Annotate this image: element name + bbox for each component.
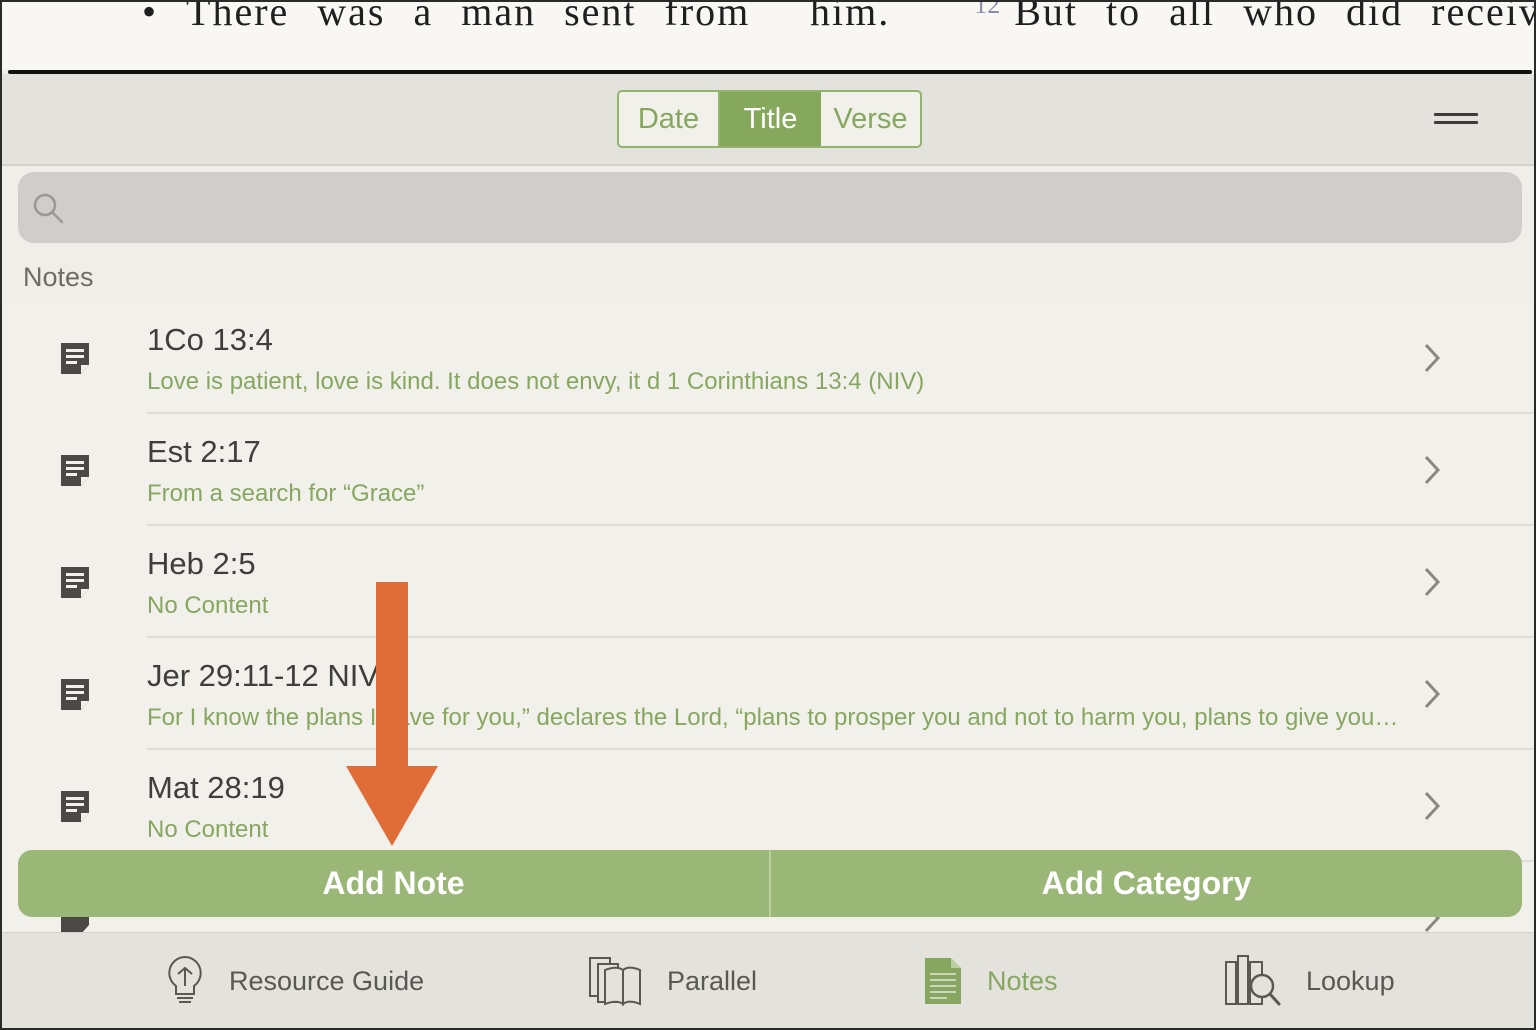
section-label: Notes xyxy=(23,262,94,292)
note-preview: For I know the plans I have for you,” de… xyxy=(147,704,1402,731)
notes-document-icon xyxy=(925,958,961,1004)
bible-reader-strip[interactable]: • There was a man sent from him. 12 But t… xyxy=(2,2,1534,70)
lightbulb-icon xyxy=(168,955,202,1003)
list-item[interactable]: Mat 28:19 No Content xyxy=(2,750,1534,862)
note-icon xyxy=(61,455,89,486)
note-preview: No Content xyxy=(147,816,269,843)
note-title: Est 2:17 xyxy=(147,434,261,469)
chevron-right-icon xyxy=(1424,455,1441,485)
note-preview: No Content xyxy=(147,592,269,619)
chevron-right-icon xyxy=(1424,343,1441,373)
note-title: Mat 28:19 xyxy=(147,770,285,805)
reader-text-right: him. 12 But to all who did receive xyxy=(810,2,1534,35)
tab-label: Notes xyxy=(987,965,1058,996)
add-category-button[interactable]: Add Category xyxy=(771,850,1522,917)
note-icon xyxy=(61,679,89,710)
note-title: Heb 2:5 xyxy=(147,546,256,581)
chevron-right-icon xyxy=(1424,791,1441,821)
library-search-icon xyxy=(1225,955,1281,1006)
search-icon xyxy=(33,193,64,224)
tab-label: Resource Guide xyxy=(229,965,425,996)
sort-verse-button[interactable]: Verse xyxy=(821,92,920,146)
note-preview: Love is patient, love is kind. It does n… xyxy=(147,368,925,395)
books-icon xyxy=(589,957,641,1006)
add-note-button[interactable]: Add Note xyxy=(18,850,769,917)
bullet: • xyxy=(142,2,187,34)
tab-lookup[interactable]: Lookup xyxy=(1224,933,1395,1028)
note-title: 1Co 13:4 xyxy=(147,322,273,357)
chevron-right-icon xyxy=(1424,567,1441,597)
note-title: Jer 29:11-12 NIV xyxy=(147,658,380,693)
notes-header: Date Title Verse xyxy=(2,74,1534,166)
list-item[interactable]: Heb 2:5 No Content xyxy=(2,526,1534,638)
menu-icon[interactable] xyxy=(1434,110,1480,130)
tab-label: Lookup xyxy=(1306,965,1395,996)
tab-resource-guide[interactable]: Resource Guide xyxy=(165,933,425,1028)
sort-date-button[interactable]: Date xyxy=(619,92,720,146)
note-icon xyxy=(61,567,89,598)
chevron-right-icon xyxy=(1424,679,1441,709)
note-preview: From a search for “Grace” xyxy=(147,480,425,507)
search-input[interactable] xyxy=(80,182,1504,234)
list-item[interactable]: 1Co 13:4 Love is patient, love is kind. … xyxy=(2,302,1534,414)
search-bar[interactable] xyxy=(18,172,1522,243)
notes-action-bar: Add Note Add Category xyxy=(18,850,1522,917)
list-item[interactable]: Jer 29:11-12 NIV For I know the plans I … xyxy=(2,638,1534,750)
tab-notes[interactable]: Notes xyxy=(923,933,1058,1028)
tab-parallel[interactable]: Parallel xyxy=(587,933,758,1028)
note-icon xyxy=(61,343,89,374)
sort-segmented-control: Date Title Verse xyxy=(617,90,922,148)
tab-label: Parallel xyxy=(667,965,758,996)
reader-text-left: • There was a man sent from xyxy=(142,2,750,35)
list-item[interactable]: Est 2:17 From a search for “Grace” xyxy=(2,414,1534,526)
sort-title-button[interactable]: Title xyxy=(720,92,821,146)
notes-list[interactable]: 1Co 13:4 Love is patient, love is kind. … xyxy=(2,302,1534,932)
app-window: • There was a man sent from him. 12 But t… xyxy=(0,0,1536,1030)
note-icon xyxy=(61,791,89,822)
verse-number: 12 xyxy=(974,2,1001,19)
tab-bar: Resource Guide Parallel Notes Lookup xyxy=(2,932,1534,1028)
